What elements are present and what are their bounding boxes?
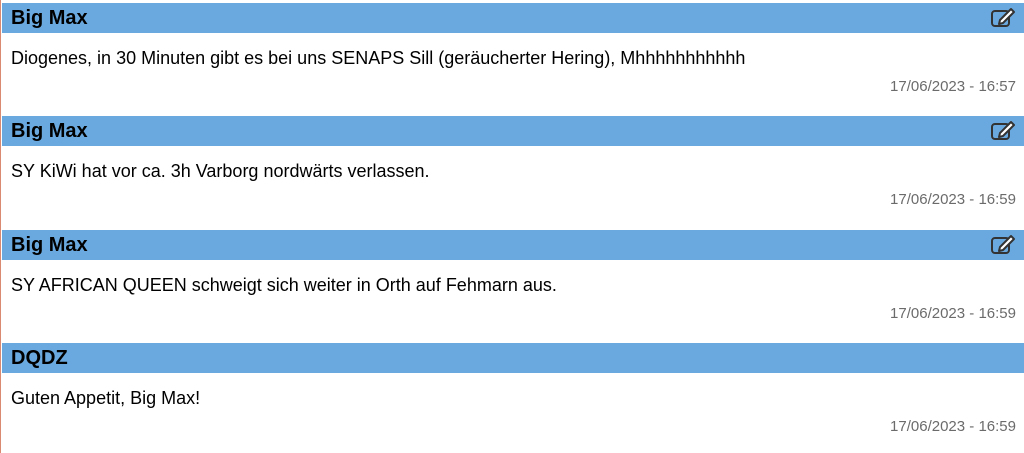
- post-timestamp: 17/06/2023 - 16:57: [890, 78, 1016, 95]
- post-timestamp: 17/06/2023 - 16:59: [890, 305, 1016, 322]
- post: Big Max SY KiWi hat vor ca. 3h Varborg n…: [2, 113, 1024, 226]
- post-message: Diogenes, in 30 Minuten gibt es bei uns …: [11, 48, 746, 68]
- edit-button[interactable]: [990, 7, 1016, 29]
- post: Big Max Diogenes, in 30 Minuten gibt es …: [2, 0, 1024, 113]
- edit-icon: [991, 8, 1015, 27]
- edit-button[interactable]: [990, 234, 1016, 256]
- edit-icon: [991, 121, 1015, 140]
- post-timestamp: 17/06/2023 - 16:59: [890, 418, 1016, 435]
- post-header: DQDZ: [2, 343, 1024, 373]
- post-author: Big Max: [11, 120, 88, 142]
- post-header: Big Max: [2, 230, 1024, 260]
- post-header: Big Max: [2, 116, 1024, 146]
- post-timestamp: 17/06/2023 - 16:59: [890, 191, 1016, 208]
- post: DQDZ Guten Appetit, Big Max! 17/06/2023 …: [2, 340, 1024, 453]
- post-message: SY KiWi hat vor ca. 3h Varborg nordwärts…: [11, 161, 430, 181]
- edit-button[interactable]: [990, 120, 1016, 142]
- post-author: Big Max: [11, 7, 88, 29]
- post-author: DQDZ: [11, 347, 68, 369]
- post-message: Guten Appetit, Big Max!: [11, 388, 201, 408]
- post-author: Big Max: [11, 234, 88, 256]
- message-feed: Big Max Diogenes, in 30 Minuten gibt es …: [0, 0, 1024, 453]
- post: Big Max SY AFRICAN QUEEN schweigt sich w…: [2, 227, 1024, 340]
- post-header: Big Max: [2, 3, 1024, 33]
- post-message: SY AFRICAN QUEEN schweigt sich weiter in…: [11, 275, 557, 295]
- edit-icon: [991, 235, 1015, 254]
